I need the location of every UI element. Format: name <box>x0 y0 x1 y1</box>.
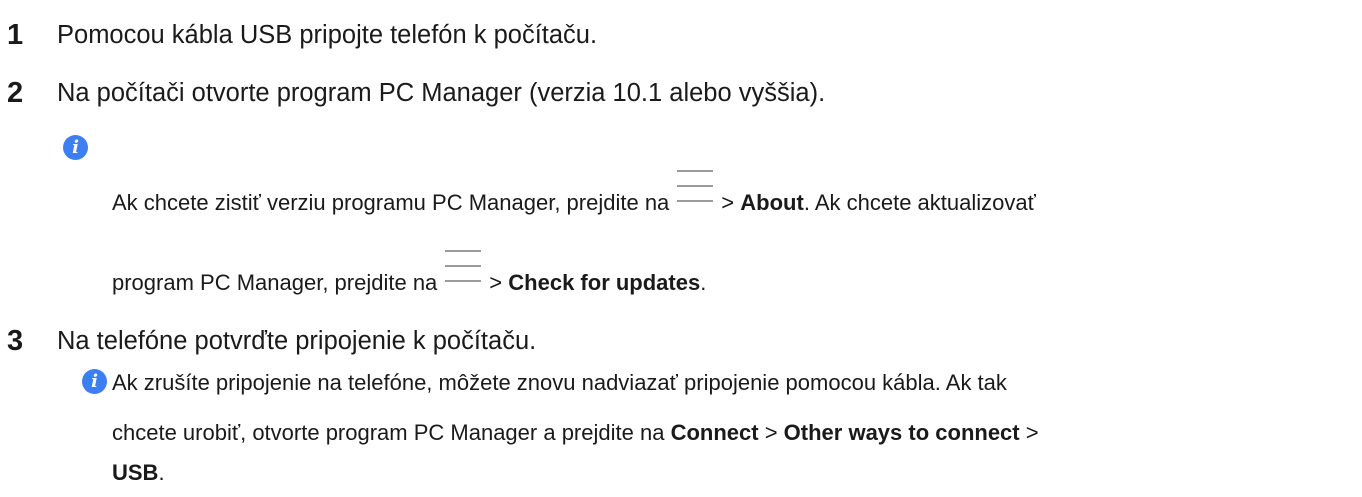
note-2-line-3: USB. <box>112 462 165 484</box>
note-text: . Ak chcete aktualizovať <box>803 190 1036 215</box>
step-number: 2 <box>7 77 24 109</box>
breadcrumb-separator: > <box>721 190 735 215</box>
info-icon: i <box>63 135 88 160</box>
note-text: Ak zrušíte pripojenie na telefóne, môžet… <box>112 370 1007 395</box>
menu-item-usb: USB <box>112 460 159 485</box>
step-text: Na počítači otvorte program PC Manager (… <box>57 79 826 107</box>
step-text: Pomocou kábla USB pripojte telefón k poč… <box>57 21 598 49</box>
note-1-line-2: program PC Manager, prejdite na > Check f… <box>112 250 706 294</box>
note-text: program PC Manager, prejdite na <box>112 270 438 295</box>
step-text: Na telefóne potvrďte pripojenie k počíta… <box>57 327 537 355</box>
note-text: . <box>700 270 707 295</box>
menu-item-about: About <box>740 190 804 215</box>
breadcrumb-separator: > <box>764 420 778 445</box>
breadcrumb-separator: > <box>489 270 503 295</box>
note-2-line-1: Ak zrušíte pripojenie na telefóne, môžet… <box>112 372 1007 394</box>
info-icon: i <box>82 369 107 394</box>
note-text: . <box>158 460 165 485</box>
breadcrumb-separator: > <box>1025 420 1039 445</box>
note-1-line-1: Ak chcete zistiť verziu programu PC Mana… <box>112 170 1036 214</box>
menu-icon <box>445 250 482 284</box>
menu-item-connect: Connect <box>670 420 759 445</box>
step-number: 1 <box>7 19 24 51</box>
step-number: 3 <box>7 325 24 357</box>
note-text: Ak chcete zistiť verziu programu PC Mana… <box>112 190 670 215</box>
menu-icon <box>677 170 714 204</box>
note-2-line-2: chcete urobiť, otvorte program PC Manage… <box>112 422 1039 444</box>
menu-item-other-ways: Other ways to connect <box>783 420 1020 445</box>
note-text: chcete urobiť, otvorte program PC Manage… <box>112 420 665 445</box>
menu-item-check-for-updates: Check for updates <box>508 270 701 295</box>
